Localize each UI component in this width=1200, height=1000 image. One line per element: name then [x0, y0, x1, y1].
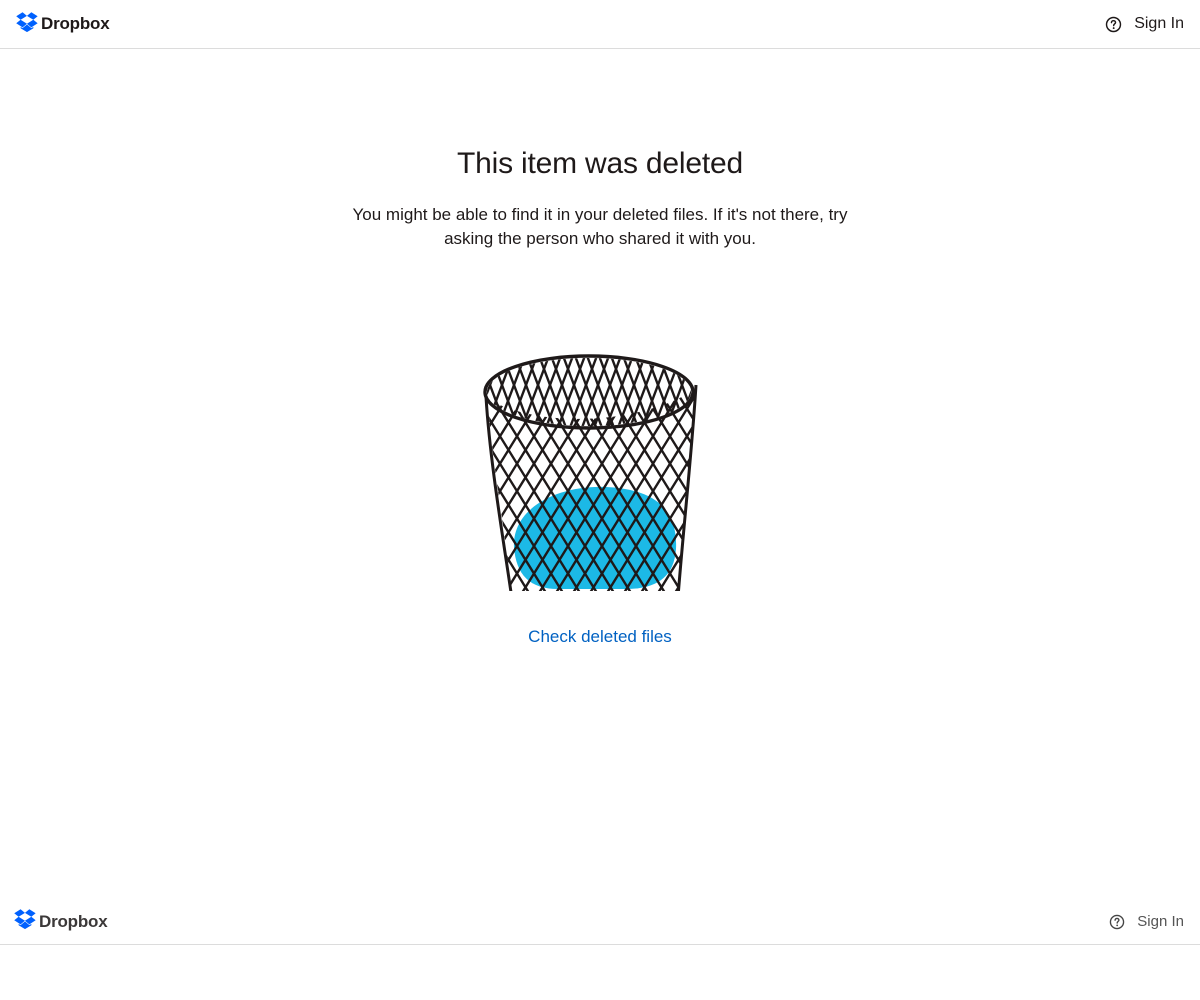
dropbox-logo-link[interactable]: Dropbox — [16, 11, 110, 37]
basket-hatch-line — [548, 358, 582, 426]
footer-brand-name: Dropbox — [39, 911, 108, 931]
page-title: This item was deleted — [457, 147, 743, 180]
basket-hatch-line — [476, 391, 477, 591]
page-description: You might be able to find it in your del… — [352, 205, 848, 248]
basket-hatch-line — [476, 353, 484, 433]
basket-hatch-line — [584, 358, 618, 426]
basket-hatch-line — [700, 353, 704, 433]
basket-hatch-line — [554, 358, 588, 426]
header-actions: Sign In — [1105, 15, 1184, 33]
basket-hatch-line — [608, 358, 642, 426]
footer-dropbox-logo-link[interactable]: Dropbox — [14, 909, 108, 934]
brand-name: Dropbox — [41, 14, 110, 33]
cta-wrapper: Check deleted files — [0, 627, 1200, 647]
top-nav-bar: Dropbox Sign In — [0, 0, 1200, 49]
basket-hatch-line — [685, 389, 696, 603]
wastebasket-illustration — [476, 301, 704, 603]
dropbox-logo-icon — [16, 11, 38, 37]
sign-in-link[interactable]: Sign In — [1134, 15, 1184, 33]
help-icon[interactable] — [1105, 16, 1122, 33]
footer-dropbox-logo-icon — [14, 909, 36, 934]
deleted-item-panel: This item was deleted You might be able … — [0, 49, 1200, 899]
footer-bar: Dropbox Sign In — [0, 899, 1200, 945]
basket-hatch-line — [596, 358, 630, 426]
basket-hatch-line — [614, 358, 648, 426]
basket-hatch-line — [590, 358, 624, 426]
basket-hatch-line — [476, 353, 478, 433]
footer-help-icon[interactable] — [1108, 913, 1125, 930]
check-deleted-files-link[interactable]: Check deleted files — [528, 627, 672, 646]
basket-hatch-line — [476, 391, 483, 591]
footer-sign-in-link[interactable]: Sign In — [1137, 913, 1184, 930]
footer-actions: Sign In — [1108, 913, 1184, 930]
